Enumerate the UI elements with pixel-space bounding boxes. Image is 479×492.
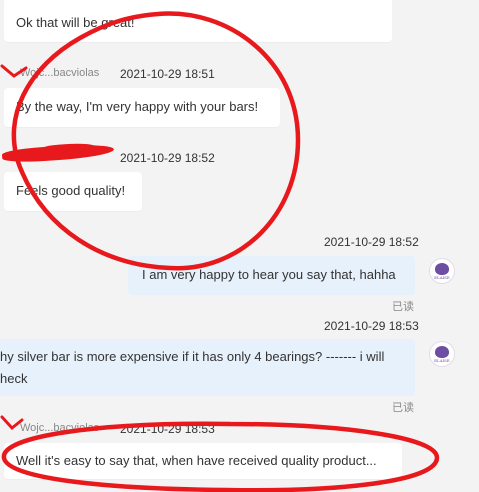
message-timestamp: 2021-10-29 18:52 <box>120 151 215 165</box>
brand-logo-icon <box>435 346 449 358</box>
message-text: By the way, I'm very happy with your bar… <box>16 99 259 114</box>
annotation-tick <box>0 415 24 431</box>
chat-history: Ok that will be great! Wojc...bacviolas … <box>0 0 479 492</box>
outgoing-message-bubble: hy silver bar is more expensive if it ha… <box>0 339 415 396</box>
message-timestamp: 2021-10-29 18:51 <box>120 67 215 81</box>
incoming-message-bubble: Ok that will be great! <box>4 0 392 42</box>
message-text-line: heck <box>0 371 28 386</box>
user-avatar[interactable]: ELAISE <box>429 258 455 284</box>
brand-logo-text: ELAISE <box>434 275 450 280</box>
brand-logo-icon <box>435 263 449 275</box>
read-status: 已读 <box>392 301 414 313</box>
message-text: I am very happy to hear you say that, ha… <box>142 267 396 282</box>
message-timestamp: 2021-10-29 18:52 <box>324 235 419 249</box>
user-avatar[interactable]: ELAISE <box>429 341 455 367</box>
incoming-message-bubble: Well it's easy to say that, when have re… <box>4 443 402 479</box>
message-text: Well it's easy to say that, when have re… <box>16 453 377 468</box>
message-timestamp: 2021-10-29 18:53 <box>120 422 215 436</box>
incoming-message-bubble: By the way, I'm very happy with your bar… <box>4 88 280 127</box>
sender-name: Wojc...bacviolas <box>20 422 100 434</box>
annotation-circle <box>11 11 301 271</box>
message-text: Feels good quality! <box>16 183 126 198</box>
message-text: Ok that will be great! <box>16 15 135 30</box>
read-status: 已读 <box>392 402 414 414</box>
incoming-message-bubble: Feels good quality! <box>4 172 142 211</box>
sender-name: Wojc...bacviolas <box>20 67 100 79</box>
outgoing-message-bubble: I am very happy to hear you say that, ha… <box>128 256 415 295</box>
message-timestamp: 2021-10-29 18:53 <box>324 319 419 333</box>
brand-logo-text: ELAISE <box>434 358 450 363</box>
message-text-line: hy silver bar is more expensive if it ha… <box>0 349 385 364</box>
